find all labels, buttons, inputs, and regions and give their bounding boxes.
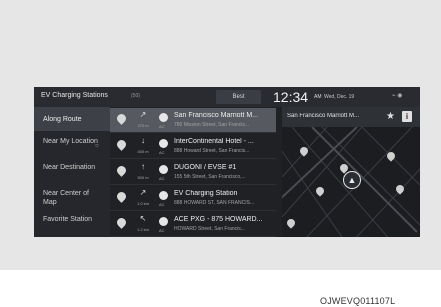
direction-arrow-icon: ↗ bbox=[139, 188, 147, 197]
direction-arrow-icon: ↖ bbox=[139, 214, 147, 223]
sidebar-item-along-route[interactable]: Along Route bbox=[34, 107, 110, 131]
page-title: EV Charging Stations bbox=[41, 92, 108, 99]
sidebar-item-near-my-location[interactable]: Near My Location ○ bbox=[34, 133, 110, 157]
charger-plug-icon bbox=[159, 139, 168, 148]
clock-ampm: AM bbox=[314, 94, 322, 100]
current-position-arrow-icon: ▲ bbox=[343, 171, 361, 189]
station-address: 780 Mission Street, San Francis... bbox=[174, 122, 250, 128]
sidebar-item-label: Along Route bbox=[43, 116, 82, 123]
station-address: 888 HOWARD ST, SAN FRANCIS... bbox=[174, 200, 255, 206]
station-distance: 270 m bbox=[137, 123, 149, 128]
station-name: San Francisco Marriott M... bbox=[174, 112, 259, 119]
map-pin-icon bbox=[115, 164, 128, 177]
sidebar-item-favorite-station[interactable]: Favorite Station bbox=[34, 211, 110, 235]
station-row[interactable]: ↖ 1.2 km AC ACE PXG - 875 HOWARD... HOWA… bbox=[110, 212, 276, 237]
station-row[interactable]: ↗ 1.0 km AC EV Charging Station 888 HOWA… bbox=[110, 186, 276, 211]
station-row[interactable]: ↑ 500 m AC DUGONI / EVSE #1 155 5th Stre… bbox=[110, 160, 276, 185]
station-address: 155 5th Street, San Francisco,... bbox=[174, 174, 246, 180]
charger-type: AC bbox=[159, 228, 165, 233]
station-distance: 1.0 km bbox=[136, 201, 149, 206]
figure-code: OJWEVQ011107L bbox=[320, 296, 396, 306]
status-icons: ⌁ ◉ bbox=[392, 93, 403, 99]
charger-type: AC bbox=[159, 176, 165, 181]
info-icon[interactable]: i bbox=[402, 111, 412, 122]
map-view[interactable]: San Francisco Marriott M... ★ i ▲ bbox=[282, 107, 420, 237]
favorite-star-icon[interactable]: ★ bbox=[386, 111, 395, 122]
station-distance: 1.2 km bbox=[136, 227, 149, 232]
map-pin-icon bbox=[115, 190, 128, 203]
station-distance: 400 m bbox=[137, 149, 149, 154]
station-row[interactable]: ↗ 270 m AC San Francisco Marriott M... 7… bbox=[110, 108, 276, 133]
station-name: DUGONI / EVSE #1 bbox=[174, 164, 237, 171]
station-address: HOWARD Street, San Francis... bbox=[174, 226, 245, 232]
charger-plug-icon bbox=[159, 217, 168, 226]
charger-plug-icon bbox=[159, 113, 168, 122]
sidebar-item-near-destination[interactable]: Near Destination bbox=[34, 159, 110, 183]
sidebar-item-near-center-of-map[interactable]: Near Center of Map bbox=[34, 185, 110, 209]
sidebar-item-label: Favorite Station bbox=[43, 216, 93, 223]
sidebar-item-label: Near My Location bbox=[43, 138, 98, 145]
map-pin-icon bbox=[115, 216, 128, 229]
map-pin-icon bbox=[115, 138, 128, 151]
direction-arrow-icon: ↑ bbox=[141, 162, 145, 171]
sidebar: Along Route Near My Location ○ Near Dest… bbox=[34, 107, 110, 237]
station-name: EV Charging Station bbox=[174, 190, 238, 197]
clock-date: Wed, Dec. 19 bbox=[324, 94, 355, 100]
charger-plug-icon bbox=[159, 165, 168, 174]
sidebar-item-label: Near Destination bbox=[43, 164, 96, 171]
station-count: (50) bbox=[131, 93, 140, 99]
infotainment-screen: EV Charging Stations (50) Best 12:34 AM … bbox=[34, 87, 420, 237]
popup-station-name: San Francisco Marriott M... bbox=[287, 113, 360, 119]
sidebar-item-label: Near Center of Map bbox=[43, 190, 89, 206]
station-distance: 500 m bbox=[137, 175, 149, 180]
charger-type: AC bbox=[159, 124, 165, 129]
charger-plug-icon bbox=[159, 191, 168, 200]
station-address: 888 Howard Street, San Francis... bbox=[174, 148, 250, 154]
map-station-popup[interactable]: San Francisco Marriott M... ★ i bbox=[282, 107, 420, 127]
header-bar: EV Charging Stations (50) Best 12:34 AM … bbox=[34, 87, 420, 107]
charger-type: AC bbox=[159, 202, 165, 207]
sort-best-button[interactable]: Best bbox=[216, 90, 261, 104]
direction-arrow-icon: ↓ bbox=[141, 136, 145, 145]
station-list: ↗ 270 m AC San Francisco Marriott M... 7… bbox=[110, 107, 276, 237]
charger-type: AC bbox=[159, 150, 165, 155]
station-row[interactable]: ↓ 400 m AC InterContinental Hotel - ... … bbox=[110, 134, 276, 159]
map-pin-icon bbox=[115, 112, 128, 125]
clock-time: 12:34 bbox=[273, 89, 309, 105]
direction-arrow-icon: ↗ bbox=[139, 110, 147, 119]
station-name: ACE PXG - 875 HOWARD... bbox=[174, 216, 263, 223]
location-dot-icon: ○ bbox=[95, 143, 99, 149]
station-name: InterContinental Hotel - ... bbox=[174, 138, 254, 145]
